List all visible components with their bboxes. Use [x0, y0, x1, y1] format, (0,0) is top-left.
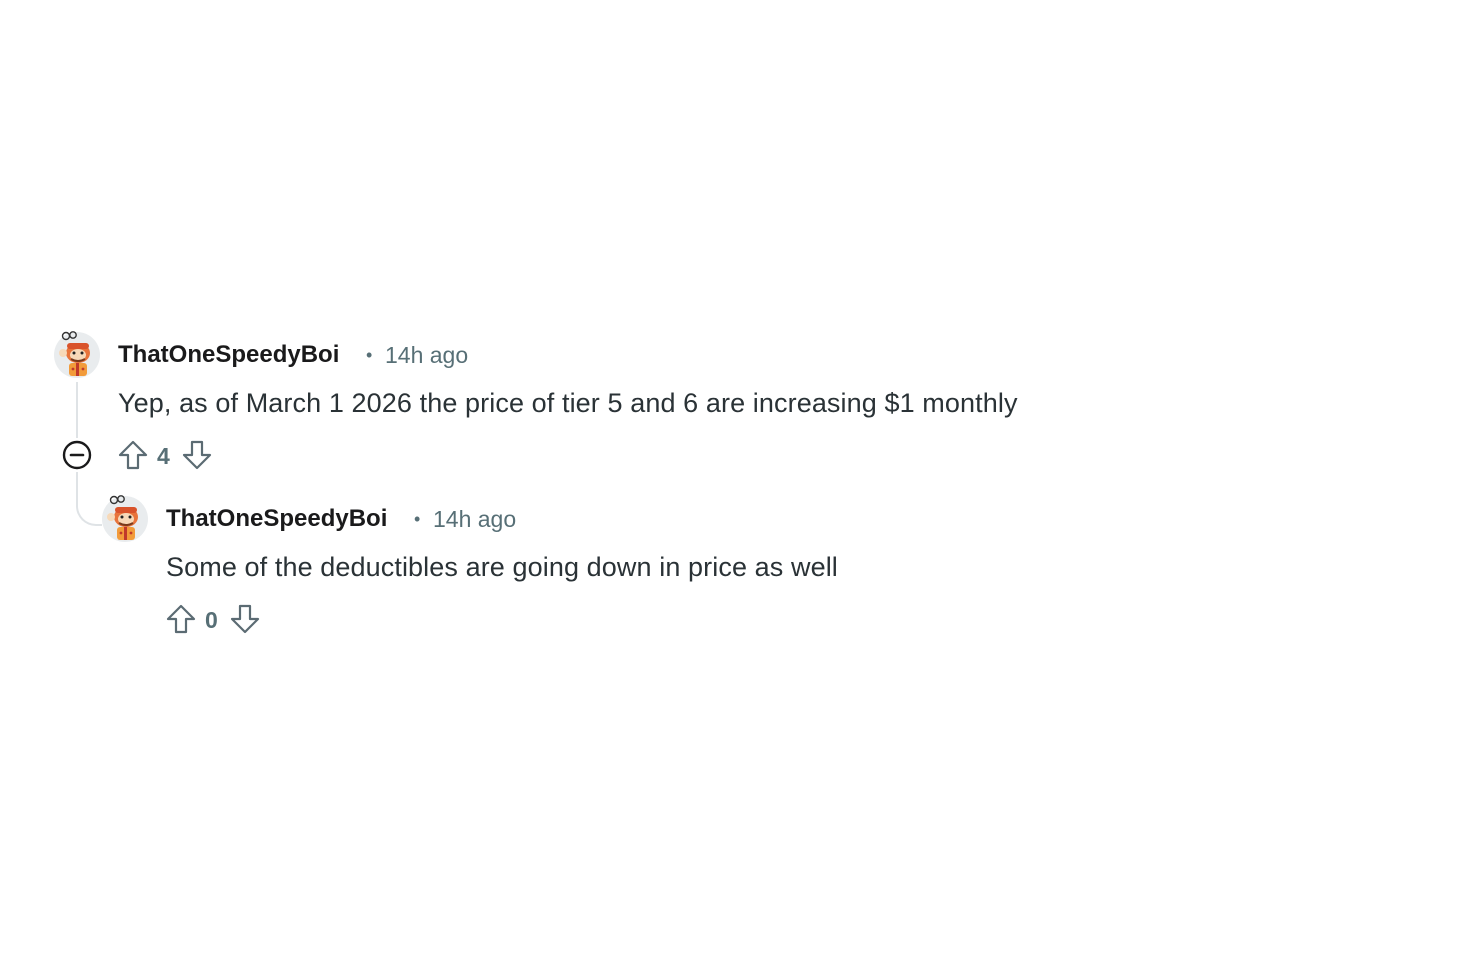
comment-username[interactable]: ThatOneSpeedyBoi	[166, 505, 387, 533]
upvote-arrow-icon	[118, 440, 148, 470]
meta-separator: •	[366, 345, 373, 365]
meta-separator: •	[414, 509, 421, 529]
comment-timestamp[interactable]: 14h ago	[385, 342, 468, 369]
upvote-button[interactable]	[116, 438, 150, 472]
comment-body: Some of the deductibles are going down i…	[166, 552, 838, 582]
downvote-arrow-icon	[230, 604, 260, 634]
comment-body: Yep, as of March 1 2026 the price of tie…	[118, 388, 1018, 418]
avatar[interactable]	[53, 331, 101, 379]
avatar[interactable]	[101, 495, 149, 543]
upvote-arrow-icon	[166, 604, 196, 634]
comment-timestamp[interactable]: 14h ago	[433, 506, 516, 533]
downvote-button[interactable]	[180, 438, 214, 472]
downvote-button[interactable]	[228, 602, 262, 636]
collapse-minus-icon	[62, 440, 92, 470]
downvote-arrow-icon	[182, 440, 212, 470]
vote-score: 0	[205, 607, 218, 633]
reply-thread-connector	[76, 472, 102, 526]
comment-username[interactable]: ThatOneSpeedyBoi	[118, 341, 339, 369]
comment-thread: ThatOneSpeedyBoi • 14h ago Yep, as of Ma…	[0, 0, 1480, 980]
collapse-thread-button[interactable]	[60, 438, 94, 472]
vote-score: 4	[157, 443, 170, 469]
thread-line	[76, 382, 78, 438]
upvote-button[interactable]	[164, 602, 198, 636]
